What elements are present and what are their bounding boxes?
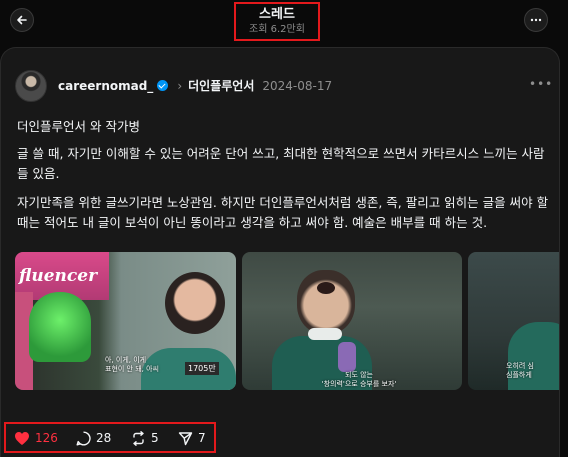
media-shape (29, 292, 91, 362)
media-badge-text: 1705만 (185, 362, 219, 375)
more-icon (530, 18, 542, 22)
media-shape (317, 282, 335, 294)
share-button[interactable]: 7 (178, 428, 206, 448)
title-highlight: 스레드 조회 6.2만회 (234, 2, 320, 41)
media-person (297, 270, 355, 334)
post-more-icon[interactable]: ••• (529, 77, 553, 91)
media-image-3[interactable]: 오히려 심 심플하게 (468, 252, 559, 390)
comment-count: 28 (96, 431, 112, 445)
repost-count: 5 (151, 431, 159, 445)
media-subtitle: 되도 않는 '창의력'으로 승부를 보자' (321, 371, 397, 388)
post-paragraph-2: 글 쓸 때, 자기만 이해할 수 있는 어려운 단어 쓰고, 최대한 현학적으로… (17, 146, 545, 181)
media-subtitle: 오히려 심 심플하게 (506, 362, 534, 379)
share-icon (178, 431, 193, 445)
media-image-2[interactable]: 되도 않는 '창의력'으로 승부를 보자' (242, 252, 462, 390)
media-shape (338, 342, 356, 372)
media-subtitle: 아, 이게, 이게 표현이 안 돼, 아씨 (105, 356, 159, 373)
media-image-1[interactable]: fluencer 1705만 아, 이게, 이게 표현이 안 돼, 아씨 (15, 252, 236, 390)
like-button[interactable]: 126 (14, 428, 58, 448)
page-title: 스레드 (259, 6, 295, 22)
more-options-button[interactable] (524, 8, 548, 32)
like-count: 126 (35, 431, 58, 445)
topic-link[interactable]: 더인플루언서 (188, 77, 254, 94)
username-link[interactable]: careernomad_ (58, 79, 153, 93)
post-header: careernomad_ › 더인플루언서 2024-08-17 (58, 77, 332, 94)
post-card: careernomad_ › 더인플루언서 2024-08-17 ••• 더인플… (0, 47, 560, 457)
media-person (165, 272, 225, 334)
share-count: 7 (198, 431, 206, 445)
back-button[interactable] (10, 8, 34, 32)
post-paragraph-3: 자기만족을 위한 글쓰기라면 노상관임. 하지만 더인플루언서처럼 생존, 즉,… (17, 195, 549, 230)
chevron-right-icon: › (177, 78, 183, 93)
post-date: 2024-08-17 (262, 78, 333, 93)
verified-badge-icon (157, 80, 169, 91)
avatar[interactable] (15, 70, 47, 102)
back-arrow-icon (17, 15, 27, 25)
heart-icon (15, 431, 29, 445)
comment-icon (76, 430, 91, 445)
post-paragraph-1: 더인플루언서 와 작가병 (17, 119, 140, 134)
top-bar: 스레드 조회 6.2만회 (0, 0, 568, 46)
view-count: 조회 6.2만회 (249, 23, 305, 35)
media-shape (308, 328, 342, 340)
repost-button[interactable]: 5 (131, 428, 159, 448)
comment-button[interactable]: 28 (76, 428, 111, 448)
repost-icon (133, 430, 144, 446)
